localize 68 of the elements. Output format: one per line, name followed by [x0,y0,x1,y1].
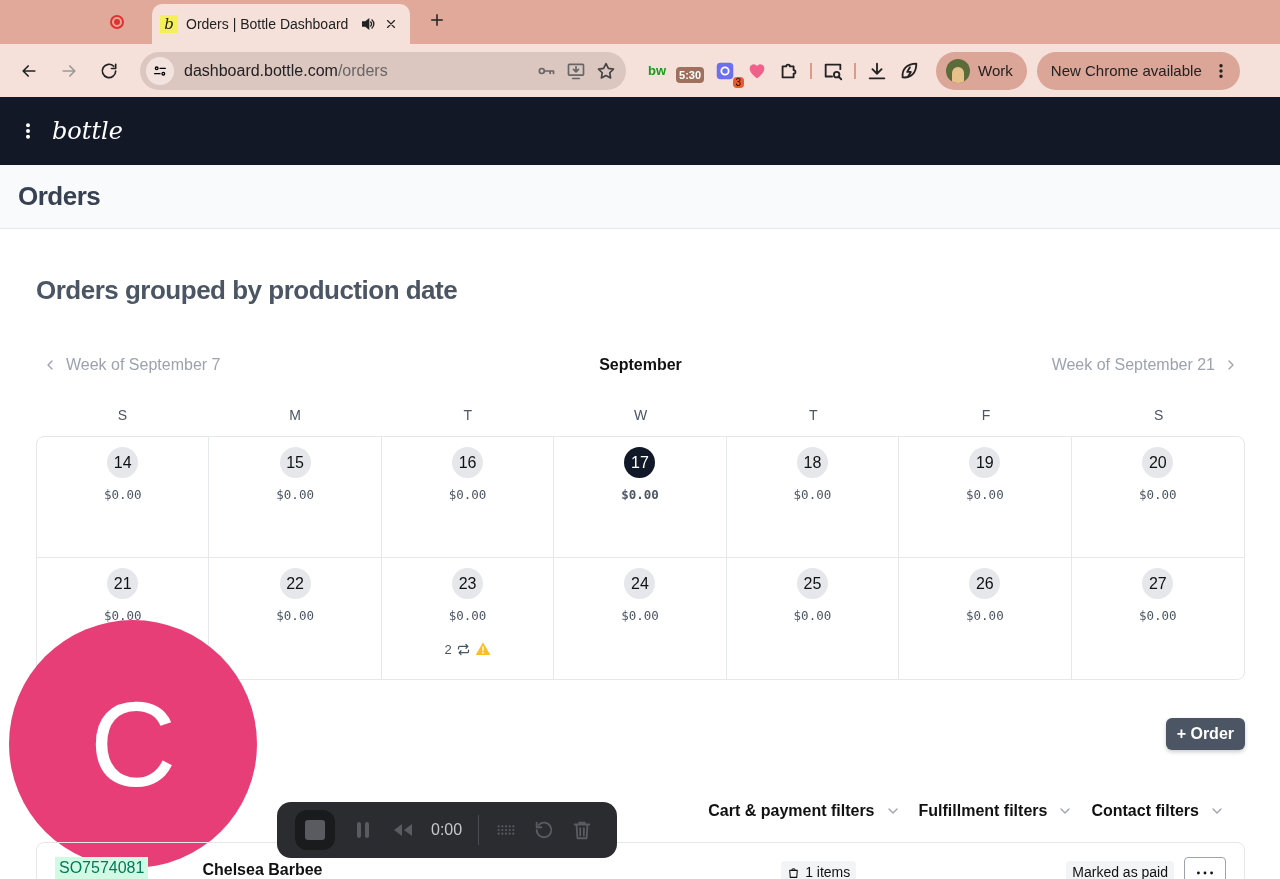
day-number: 15 [279,447,311,478]
weekday-label: F [981,407,991,423]
weekday-label: M [289,407,301,423]
repeat-icon [455,641,471,657]
day-amount: $0.00 [621,487,659,502]
recording-icon [110,15,124,29]
day-amount: $0.00 [621,608,659,623]
weekday-label: S [1153,407,1164,423]
url-text: dashboard.bottle.com/orders [184,61,389,80]
customer-name: Chelsea Barbee [202,860,324,879]
day-number: 17 [624,447,656,478]
favicon: b [160,15,178,33]
address-bar[interactable]: dashboard.bottle.com/orders [140,51,626,90]
day-amount: $0.00 [103,487,142,502]
day-amount: $0.00 [103,608,142,623]
day-amount: $0.00 [276,608,314,623]
day-amount: $0.00 [448,608,487,623]
recurring-count: 2 [444,641,452,657]
avatar [946,58,971,83]
day-number: 23 [452,568,484,599]
filter-dropdown[interactable]: Contact filters [1091,802,1225,820]
payment-status: Marked as paid [1066,861,1174,879]
browser-tab[interactable]: b Orders | Bottle Dashboard [152,4,410,44]
day-number: 22 [279,568,311,599]
weekday-label: T [808,407,818,423]
day-amount: $0.00 [793,608,832,623]
day-amount: $0.00 [276,487,314,502]
page-title: Orders [18,181,101,212]
items-count: 1 items [781,861,857,879]
extension-badge: 3 [732,76,745,88]
day-number: 20 [1142,447,1174,478]
filter-dropdown[interactable]: Cart & payment filters [708,802,901,820]
day-number: 27 [1142,568,1174,599]
day-number: 25 [796,568,828,599]
day-number: 19 [969,447,1001,478]
more-horizontal-icon [1197,871,1213,875]
new-order-button[interactable]: + Order [1165,718,1245,750]
weekday-label: S [117,407,127,423]
day-number: 18 [796,447,828,478]
close-icon[interactable] [384,17,398,31]
day-number: 14 [107,447,139,478]
day-amount: $0.00 [448,487,487,502]
bag-icon [787,865,801,879]
extension-button[interactable]: 5:30 [676,66,705,83]
update-button[interactable]: New Chrome available [1036,51,1240,90]
day-number: 26 [969,568,1001,599]
day-amount: $0.00 [793,487,832,502]
brand-logo: bottle [52,117,123,145]
weekday-label: W [633,407,648,423]
speaker-icon[interactable] [360,16,376,32]
filter-dropdown[interactable]: Fulfillment filters [918,802,1074,820]
day-number: 16 [452,447,484,478]
day-amount: $0.00 [966,487,1004,502]
day-number: 21 [107,568,139,599]
stop-button[interactable] [295,810,335,850]
star-icon[interactable] [596,60,616,81]
month-label: September [599,356,682,374]
day-amount: $0.00 [966,608,1004,623]
weekday-label: T [463,407,473,423]
recording-time: 0:00 [431,821,463,839]
site-settings-button[interactable] [146,56,174,85]
plus-icon[interactable] [428,11,446,29]
order-id: SO7574081 [55,857,149,879]
day-number: 24 [624,568,656,599]
profile-button[interactable]: Work [936,51,1027,90]
day-amount: $0.00 [1138,487,1177,502]
section-title: Orders grouped by production date [36,275,459,306]
day-amount: $0.00 [1138,608,1177,623]
